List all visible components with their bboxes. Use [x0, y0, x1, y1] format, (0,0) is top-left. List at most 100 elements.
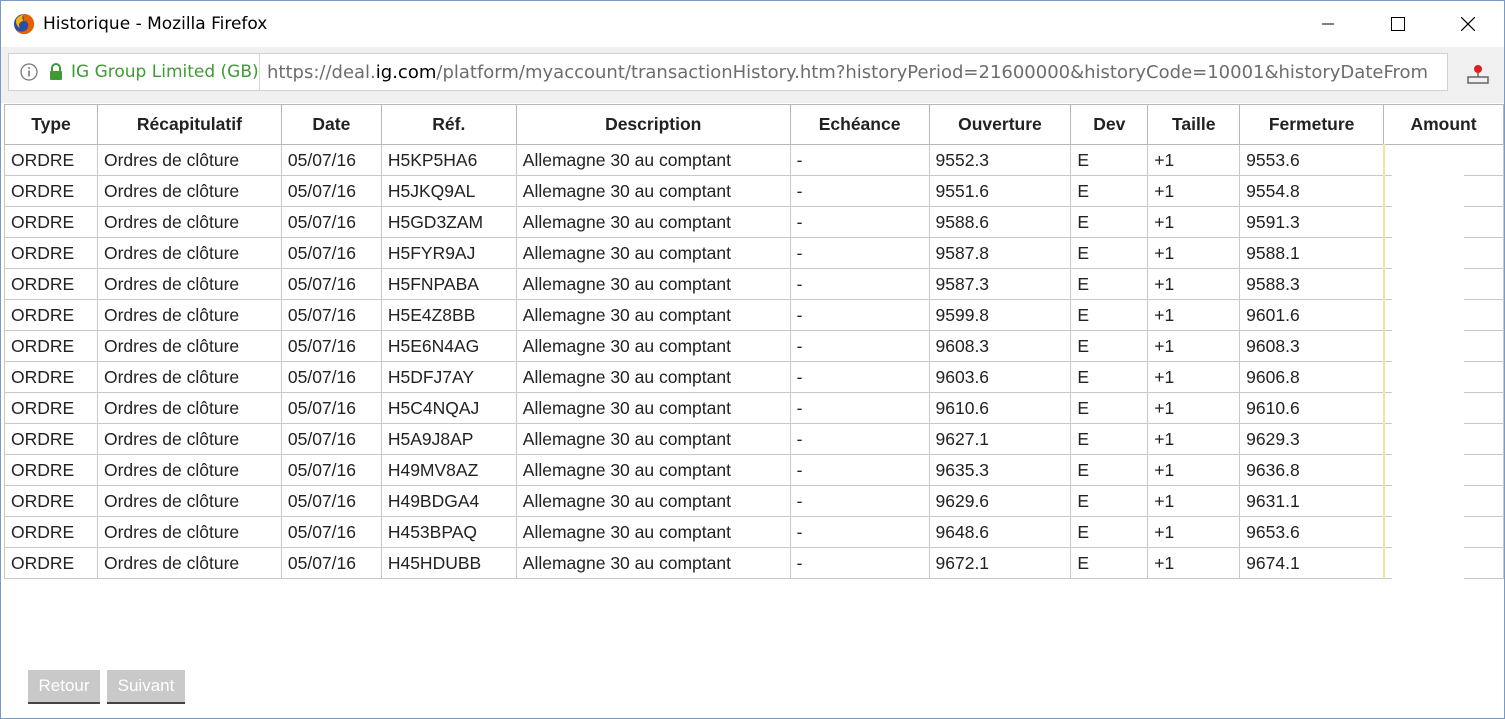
column-header-amount[interactable]: Amount	[1383, 104, 1504, 145]
cell-open: 9608.3	[928, 330, 1072, 362]
cell-size: +1	[1147, 299, 1241, 331]
window-title: Historique - Mozilla Firefox	[43, 14, 268, 34]
cell-currency: E	[1070, 206, 1149, 238]
site-identity[interactable]: IG Group Limited (GB)	[71, 62, 259, 82]
cell-open: 9629.6	[928, 485, 1072, 517]
cell-date: 05/07/16	[280, 237, 382, 269]
cell-size: +1	[1147, 423, 1241, 455]
url-separator	[259, 54, 260, 90]
close-button[interactable]	[1433, 1, 1503, 47]
table-row[interactable]: ORDRE Ordres de clôture 05/07/16 H5KP5HA6 Al…	[4, 144, 1504, 176]
firefox-logo-icon	[14, 13, 35, 34]
info-icon[interactable]	[20, 63, 38, 81]
cell-open: 9672.1	[928, 547, 1072, 579]
url-field[interactable]: IG Group Limited (GB) https://deal.ig.co…	[8, 53, 1448, 91]
column-header-ref[interactable]: Réf.	[380, 104, 517, 145]
cell-open: 9603.6	[928, 361, 1072, 393]
cell-close: 9588.3	[1239, 268, 1385, 300]
cell-type: ORDRE	[4, 547, 98, 579]
column-header-open[interactable]: Ouverture	[928, 104, 1072, 145]
table-row[interactable]: ORDRE Ordres de clôture 05/07/16 H5FNPABA Al…	[4, 268, 1504, 300]
title-bar: Historique - Mozilla Firefox	[1, 1, 1504, 47]
cell-summary: Ordres de clôture	[96, 392, 282, 424]
column-header-expiry[interactable]: Echéance	[789, 104, 930, 145]
cell-summary: Ordres de clôture	[96, 206, 282, 238]
cell-size: +1	[1147, 516, 1241, 548]
cell-ref: H5DFJ7AY	[380, 361, 517, 393]
cell-open: 9587.3	[928, 268, 1072, 300]
cell-summary: Ordres de clôture	[96, 454, 282, 486]
column-header-close[interactable]: Fermeture	[1239, 104, 1385, 145]
cell-ref: H5A9J8AP	[380, 423, 517, 455]
table-row[interactable]: ORDRE Ordres de clôture 05/07/16 H5C4NQAJ Al…	[4, 392, 1504, 424]
table-row[interactable]: ORDRE Ordres de clôture 05/07/16 H5JKQ9AL Al…	[4, 175, 1504, 207]
cell-ref: H49MV8AZ	[380, 454, 517, 486]
cell-expiry: -	[789, 175, 930, 207]
cell-type: ORDRE	[4, 423, 98, 455]
cell-open: 9648.6	[928, 516, 1072, 548]
column-header-date[interactable]: Date	[280, 104, 382, 145]
table-row[interactable]: ORDRE Ordres de clôture 05/07/16 H49BDGA4 Al…	[4, 485, 1504, 517]
cell-expiry: -	[789, 485, 930, 517]
table-row[interactable]: ORDRE Ordres de clôture 05/07/16 H49MV8AZ Al…	[4, 454, 1504, 486]
lock-icon[interactable]	[49, 63, 63, 81]
cell-type: ORDRE	[4, 237, 98, 269]
table-row[interactable]: ORDRE Ordres de clôture 05/07/16 H45HDUBB Al…	[4, 547, 1504, 579]
next-button[interactable]: Suivant	[107, 670, 185, 704]
cell-expiry: -	[789, 361, 930, 393]
cell-expiry: -	[789, 392, 930, 424]
cell-close: 9601.6	[1239, 299, 1385, 331]
column-header-description[interactable]: Description	[515, 104, 791, 145]
minimize-button[interactable]	[1293, 1, 1363, 47]
cell-currency: E	[1070, 547, 1149, 579]
cell-description: Allemagne 30 au comptant	[515, 175, 791, 207]
cell-description: Allemagne 30 au comptant	[515, 516, 791, 548]
column-header-currency[interactable]: Dev	[1070, 104, 1149, 145]
cell-ref: H5FNPABA	[380, 268, 517, 300]
cell-type: ORDRE	[4, 361, 98, 393]
cell-expiry: -	[789, 237, 930, 269]
maximize-button[interactable]	[1363, 1, 1433, 47]
table-row[interactable]: ORDRE Ordres de clôture 05/07/16 H5FYR9AJ Al…	[4, 237, 1504, 269]
cell-close: 9591.3	[1239, 206, 1385, 238]
cell-type: ORDRE	[4, 206, 98, 238]
back-button[interactable]: Retour	[28, 670, 100, 704]
cell-currency: E	[1070, 485, 1149, 517]
table-row[interactable]: ORDRE Ordres de clôture 05/07/16 H5GD3ZAM Al…	[4, 206, 1504, 238]
extension-icon[interactable]	[1464, 61, 1492, 89]
cell-summary: Ordres de clôture	[96, 330, 282, 362]
cell-summary: Ordres de clôture	[96, 175, 282, 207]
table-row[interactable]: ORDRE Ordres de clôture 05/07/16 H5DFJ7AY Al…	[4, 361, 1504, 393]
transaction-table: Type Récapitulatif Date Réf. Description…	[4, 104, 1504, 579]
cell-expiry: -	[789, 454, 930, 486]
url-text[interactable]: https://deal.ig.com/platform/myaccount/t…	[267, 62, 1439, 83]
cell-type: ORDRE	[4, 485, 98, 517]
cell-description: Allemagne 30 au comptant	[515, 206, 791, 238]
cell-expiry: -	[789, 423, 930, 455]
cell-type: ORDRE	[4, 454, 98, 486]
cell-close: 9588.1	[1239, 237, 1385, 269]
cell-close: 9606.8	[1239, 361, 1385, 393]
cell-description: Allemagne 30 au comptant	[515, 423, 791, 455]
column-header-size[interactable]: Taille	[1147, 104, 1241, 145]
cell-type: ORDRE	[4, 175, 98, 207]
cell-size: +1	[1147, 268, 1241, 300]
cell-expiry: -	[789, 516, 930, 548]
cell-open: 9551.6	[928, 175, 1072, 207]
cell-summary: Ordres de clôture	[96, 361, 282, 393]
cell-currency: E	[1070, 237, 1149, 269]
cell-currency: E	[1070, 516, 1149, 548]
table-row[interactable]: ORDRE Ordres de clôture 05/07/16 H453BPAQ Al…	[4, 516, 1504, 548]
column-header-type[interactable]: Type	[4, 104, 98, 145]
cell-date: 05/07/16	[280, 392, 382, 424]
cell-expiry: -	[789, 330, 930, 362]
cell-ref: H49BDGA4	[380, 485, 517, 517]
cell-currency: E	[1070, 144, 1149, 176]
cell-date: 05/07/16	[280, 485, 382, 517]
cell-currency: E	[1070, 361, 1149, 393]
table-row[interactable]: ORDRE Ordres de clôture 05/07/16 H5A9J8AP Al…	[4, 423, 1504, 455]
table-row[interactable]: ORDRE Ordres de clôture 05/07/16 H5E6N4AG Al…	[4, 330, 1504, 362]
cell-ref: H5KP5HA6	[380, 144, 517, 176]
column-header-summary[interactable]: Récapitulatif	[96, 104, 282, 145]
table-row[interactable]: ORDRE Ordres de clôture 05/07/16 H5E4Z8BB Al…	[4, 299, 1504, 331]
